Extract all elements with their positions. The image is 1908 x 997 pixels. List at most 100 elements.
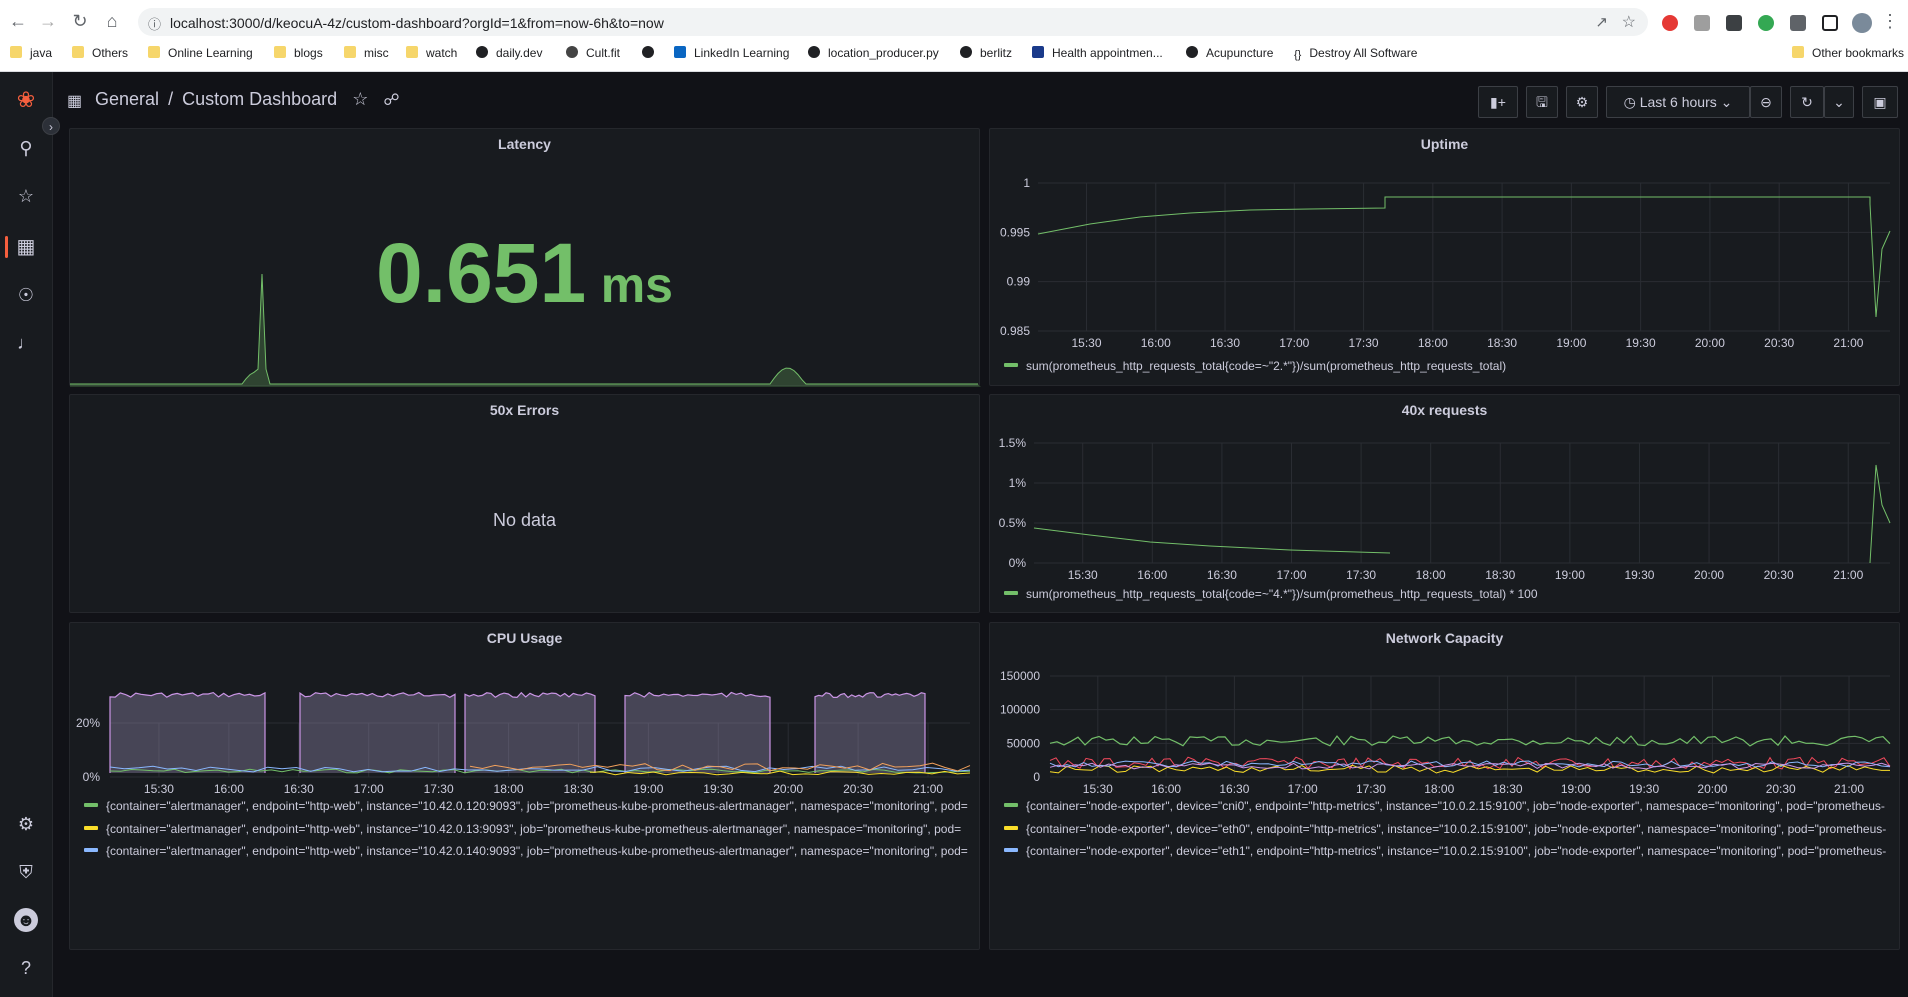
y-tick-label: 50000 <box>1007 736 1041 750</box>
uptime-graph: 15:30 16:00 16:30 17:00 17:30 18:00 18:30 19:00… <box>1000 176 1891 350</box>
profile-avatar[interactable] <box>1852 13 1872 33</box>
legend-item[interactable]: {container="node-exporter", device="cni0… <box>1004 799 1894 813</box>
braces-icon: {} <box>1294 49 1302 61</box>
share-dashboard-icon[interactable]: ☍ <box>383 92 399 109</box>
bookmark-item[interactable]: Acupuncture <box>1186 46 1273 60</box>
x-tick-label: 17:30 <box>1349 336 1379 350</box>
bookmark-item[interactable]: daily.dev <box>476 46 542 60</box>
bookmark-item[interactable]: java <box>10 46 52 60</box>
bookmark-item[interactable]: watch <box>406 46 457 60</box>
folder-icon <box>148 46 160 58</box>
x-tick-label: 16:30 <box>284 782 314 796</box>
extension-icon[interactable] <box>1758 15 1774 31</box>
errors-50x-panel[interactable]: 50x Errors No data <box>69 394 980 613</box>
requests-40x-panel[interactable]: 40x requests 15:30 16:00 16:30 17:00 17:30 18… <box>989 394 1900 613</box>
legend-item[interactable]: sum(prometheus_http_requests_total{code=… <box>1004 359 1506 373</box>
adblock-icon[interactable] <box>1662 15 1678 31</box>
legend-item[interactable]: {container="alertmanager", endpoint="htt… <box>84 844 974 858</box>
folder-icon <box>274 46 286 58</box>
starred-icon[interactable]: ☆ <box>14 184 38 208</box>
url-text: localhost:3000/d/keocuA-4z/custom-dashbo… <box>170 15 664 31</box>
help-icon[interactable]: ? <box>14 956 38 980</box>
x-tick-label: 18:00 <box>1424 782 1454 796</box>
bookmark-item[interactable]: berlitz <box>960 46 1012 60</box>
x-tick-label: 19:30 <box>1629 782 1659 796</box>
x-tick-label: 15:30 <box>1071 336 1101 350</box>
bookmark-item[interactable]: {} Destroy All Software <box>1294 46 1417 61</box>
x-tick-label: 20:30 <box>1766 782 1796 796</box>
legend-item[interactable]: {container="alertmanager", endpoint="htt… <box>84 799 974 813</box>
forward-icon[interactable]: → <box>38 11 58 31</box>
folder-icon <box>406 46 418 58</box>
x-tick-label: 20:00 <box>1695 336 1725 350</box>
alerting-bell-icon[interactable]: ♩ <box>14 331 38 355</box>
x-tick-label: 16:00 <box>1151 782 1181 796</box>
explore-icon[interactable]: ☉ <box>14 283 38 307</box>
y-tick-label: 100000 <box>1000 703 1040 717</box>
dashboard-title[interactable]: Custom Dashboard <box>182 89 337 109</box>
bookmark-item[interactable] <box>642 46 662 60</box>
y-tick-label: 0.985 <box>1000 324 1030 338</box>
back-icon[interactable]: ← <box>8 11 28 31</box>
refresh-icon[interactable]: ↻ <box>1790 86 1824 118</box>
breadcrumb-folder[interactable]: General <box>95 89 159 109</box>
settings-gear-icon[interactable]: ⚙ <box>14 812 38 836</box>
series-line <box>1037 196 1891 318</box>
sidepanel-icon[interactable] <box>1822 15 1838 31</box>
legend-swatch <box>1004 363 1018 367</box>
zoom-out-icon[interactable]: ⊖ <box>1750 86 1782 118</box>
user-avatar-icon[interactable]: ☻ <box>14 908 38 932</box>
uptime-panel[interactable]: Uptime 15:30 16:00 16:30 17:00 17:30 18:00 18:… <box>989 128 1900 386</box>
x-tick-label: 20:00 <box>773 782 803 796</box>
legend-item[interactable]: {container="node-exporter", device="eth1… <box>1004 844 1894 858</box>
bookmark-item[interactable]: Online Learning <box>148 46 253 60</box>
refresh-interval-chevron-icon[interactable]: ⌄ <box>1824 86 1854 118</box>
bookmark-star-icon[interactable]: ☆ <box>1622 12 1636 32</box>
search-icon[interactable]: ⚲ <box>14 136 38 160</box>
bookmark-item[interactable]: LinkedIn Learning <box>674 46 789 60</box>
shield-icon[interactable]: ⛨ <box>14 860 38 884</box>
grafana-logo-icon[interactable]: ❀ <box>14 88 38 112</box>
series-area <box>465 692 595 773</box>
settings-icon[interactable]: ⚙ <box>1566 86 1598 118</box>
x-tick-label: 19:00 <box>1556 336 1586 350</box>
x-tick-label: 17:30 <box>1356 782 1386 796</box>
latency-panel[interactable]: Latency 0.651 ms <box>69 128 981 387</box>
menu-icon[interactable]: ⋮ <box>1880 11 1900 31</box>
legend-swatch <box>84 803 98 807</box>
legend-swatch <box>1004 591 1018 595</box>
add-panel-icon[interactable]: ▮+ <box>1478 86 1518 118</box>
y-tick-label: 0% <box>83 770 101 784</box>
network-capacity-panel[interactable]: Network Capacity 15:30 16:00 16:30 17:00 17:… <box>989 622 1900 950</box>
share-icon[interactable]: ↗ <box>1595 13 1608 31</box>
bookmark-item[interactable]: Health appointmen... <box>1032 46 1163 60</box>
x-tick-label: 19:30 <box>703 782 733 796</box>
bookmark-item[interactable]: blogs <box>274 46 323 60</box>
x-tick-label: 19:00 <box>633 782 663 796</box>
legend-item[interactable]: {container="alertmanager", endpoint="htt… <box>84 822 974 836</box>
extension-icon[interactable] <box>1726 15 1742 31</box>
legend-swatch <box>84 848 98 852</box>
legend-item[interactable]: {container="node-exporter", device="eth0… <box>1004 822 1894 836</box>
sidebar: ❀ › ⚲ ☆ ▦ ☉ ♩ ⚙ ⛨ ☻ ? <box>0 72 60 997</box>
home-icon[interactable]: ⌂ <box>102 11 122 31</box>
url-bar[interactable]: ⓘ localhost:3000/d/keocuA-4z/custom-dash… <box>138 8 1648 36</box>
cpu-usage-panel[interactable]: CPU Usage 15:30 16:00 16:30 17:00 17:30 18:00… <box>69 622 980 950</box>
legend-item[interactable]: sum(prometheus_http_requests_total{code=… <box>1004 587 1538 601</box>
breadcrumb-separator: / <box>168 89 174 109</box>
extension-icon[interactable] <box>1694 15 1710 31</box>
reload-icon[interactable]: ↻ <box>70 11 90 31</box>
bookmark-item[interactable]: Other bookmarks <box>1792 46 1904 60</box>
tv-mode-icon[interactable]: ▣ <box>1862 86 1898 118</box>
time-picker[interactable]: ◷ Last 6 hours ⌄ <box>1606 86 1750 118</box>
site-info-icon[interactable]: ⓘ <box>148 14 161 33</box>
bookmark-item[interactable]: Cult.fit <box>566 46 620 60</box>
bookmark-item[interactable]: misc <box>344 46 389 60</box>
bookmark-item[interactable]: Others <box>72 46 128 60</box>
bookmark-item[interactable]: location_producer.py <box>808 46 939 60</box>
star-icon[interactable]: ☆ <box>352 89 368 109</box>
save-icon[interactable]: 🖫 <box>1526 86 1558 118</box>
dashboards-icon[interactable]: ▦ <box>14 235 38 259</box>
x-tick-label: 20:30 <box>1764 336 1794 350</box>
puzzle-icon[interactable] <box>1790 15 1806 31</box>
